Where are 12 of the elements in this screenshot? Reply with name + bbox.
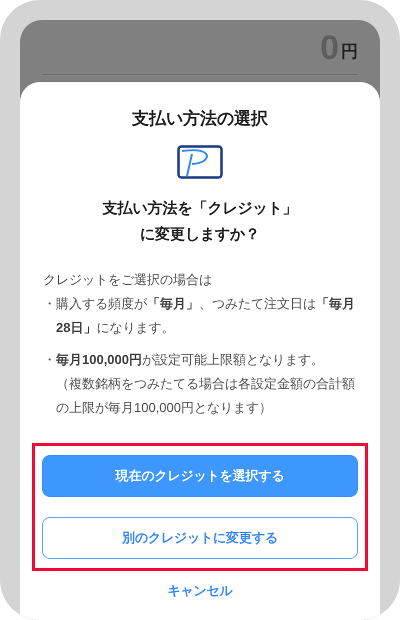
intro-text: クレジットをご選択の場合は — [43, 271, 213, 289]
bullet-text: ・毎月100,000円が設定可能上限額となります。 — [43, 351, 325, 369]
dialog-title: 支払い方法の選択 — [132, 108, 268, 130]
change-card-button[interactable]: 別のクレジットに変更する — [42, 517, 358, 559]
cancel-link[interactable]: キャンセル — [168, 581, 232, 600]
question-text: に変更しますか？ — [140, 225, 260, 245]
question-text: 支払い方法を「クレジット」 — [102, 199, 298, 219]
currency-label: 円 — [341, 40, 358, 62]
select-current-button[interactable]: 現在のクレジットを選択する — [42, 455, 358, 497]
note-text: （複数銘柄をつみたてる場合は各設定金額の合計額の上限が毎月100,000円となります） — [55, 375, 356, 417]
bullet-text: ・購入する頻度が「毎月」、つみたて注文日は「毎月28日」になります。 — [43, 295, 356, 337]
credit-card-icon — [177, 145, 223, 179]
